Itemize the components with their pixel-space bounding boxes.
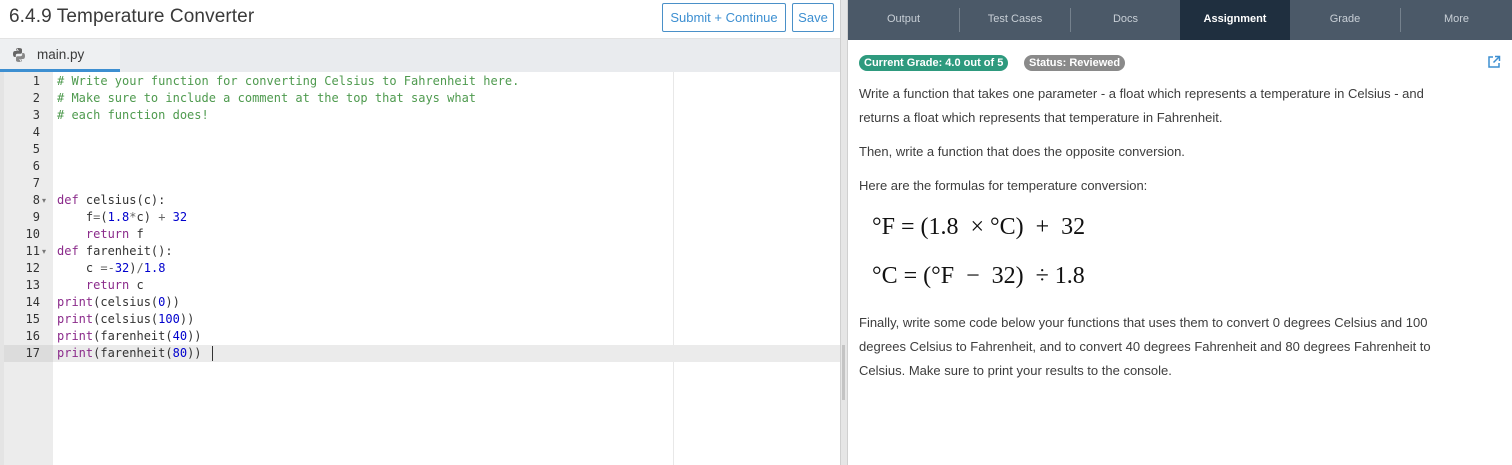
- line-number: 3: [32, 108, 40, 122]
- line-number: 9: [32, 210, 40, 224]
- line-number: 14: [25, 295, 40, 309]
- code-line[interactable]: def farenheit():: [57, 243, 173, 260]
- code-line[interactable]: def celsius(c):: [57, 192, 165, 209]
- print-margin: [673, 72, 674, 465]
- submit-continue-button[interactable]: Submit + Continue: [662, 3, 786, 32]
- line-number: 7: [32, 176, 40, 190]
- line-number: 8: [32, 193, 40, 207]
- code-pane: 6.4.9 Temperature Converter Submit + Con…: [0, 0, 840, 465]
- editor-header: 6.4.9 Temperature Converter Submit + Con…: [0, 0, 840, 39]
- fold-toggle-icon[interactable]: ▾: [42, 192, 46, 209]
- save-button[interactable]: Save: [792, 3, 834, 32]
- fold-toggle-icon[interactable]: ▾: [42, 243, 46, 260]
- code-editor[interactable]: 1 # Write your function for converting Ce…: [0, 72, 840, 465]
- tab-output[interactable]: Output: [848, 0, 959, 40]
- line-number: 11: [25, 244, 40, 258]
- code-line[interactable]: print(farenheit(80)): [57, 345, 202, 362]
- current-grade-badge: Current Grade: 4.0 out of 5: [859, 55, 1009, 71]
- assignment-paragraph-1: Write a function that takes one paramete…: [859, 82, 1479, 130]
- status-badge: Status: Reviewed: [1024, 55, 1126, 71]
- formula-celsius: °C = (°F − 32) ÷ 1.8: [872, 263, 1085, 289]
- assignment-text-line: returns a float which represents that te…: [859, 110, 1223, 125]
- line-number: 12: [25, 261, 40, 275]
- line-number: 10: [25, 227, 40, 241]
- assignment-text-line: Write a function that takes one paramete…: [859, 86, 1424, 101]
- assignment-paragraph-3: Here are the formulas for temperature co…: [859, 178, 1148, 193]
- code-line[interactable]: print(celsius(0)): [57, 294, 180, 311]
- line-number: 5: [32, 142, 40, 156]
- text-cursor: [212, 346, 213, 361]
- code-line[interactable]: print(celsius(100)): [57, 311, 194, 328]
- line-number: 16: [25, 329, 40, 343]
- code-line[interactable]: # each function does!: [57, 107, 209, 124]
- assignment-paragraph-2: Then, write a function that does the opp…: [859, 144, 1185, 159]
- assignment-text-line: Finally, write some code below your func…: [859, 315, 1428, 330]
- code-line[interactable]: # Make sure to include a comment at the …: [57, 90, 476, 107]
- assignment-paragraph-4: Finally, write some code below your func…: [859, 311, 1479, 383]
- line-number: 13: [25, 278, 40, 292]
- file-tab-label: main.py: [37, 47, 85, 62]
- line-number: 15: [25, 312, 40, 326]
- assignment-text-line: degrees Celsius to Fahrenheit, and to co…: [859, 339, 1431, 354]
- line-number: 1: [32, 74, 40, 88]
- assignment-pane: Output Test Cases Docs Assignment Grade …: [848, 0, 1512, 465]
- code-line[interactable]: f=(1.8*c) + 32: [57, 209, 187, 226]
- tab-more[interactable]: More: [1401, 0, 1512, 40]
- code-line[interactable]: print(farenheit(40)): [57, 328, 202, 345]
- line-number: 2: [32, 91, 40, 105]
- formula-fahrenheit: °F = (1.8 × °C) + 32: [872, 214, 1086, 240]
- file-tab-main-py[interactable]: main.py: [0, 39, 120, 72]
- file-tab-bar: main.py: [0, 39, 840, 72]
- line-number: 6: [32, 159, 40, 173]
- tab-grade[interactable]: Grade: [1290, 0, 1400, 40]
- page-title: 6.4.9 Temperature Converter: [9, 6, 255, 27]
- code-line[interactable]: return f: [57, 226, 144, 243]
- splitter-handle[interactable]: [842, 345, 845, 400]
- line-number: 17: [25, 346, 40, 360]
- assignment-text-line: Celsius. Make sure to print your results…: [859, 363, 1172, 378]
- external-link-icon[interactable]: [1487, 55, 1501, 69]
- tab-assignment[interactable]: Assignment: [1180, 0, 1290, 40]
- tab-docs[interactable]: Docs: [1071, 0, 1180, 40]
- python-icon: [13, 48, 25, 62]
- code-line[interactable]: return c: [57, 277, 144, 294]
- tab-bar: Output Test Cases Docs Assignment Grade …: [848, 0, 1512, 40]
- code-line[interactable]: c =-32)/1.8: [57, 260, 166, 277]
- code-line[interactable]: # Write your function for converting Cel…: [57, 73, 519, 90]
- tab-test-cases[interactable]: Test Cases: [960, 0, 1070, 40]
- line-number: 4: [32, 125, 40, 139]
